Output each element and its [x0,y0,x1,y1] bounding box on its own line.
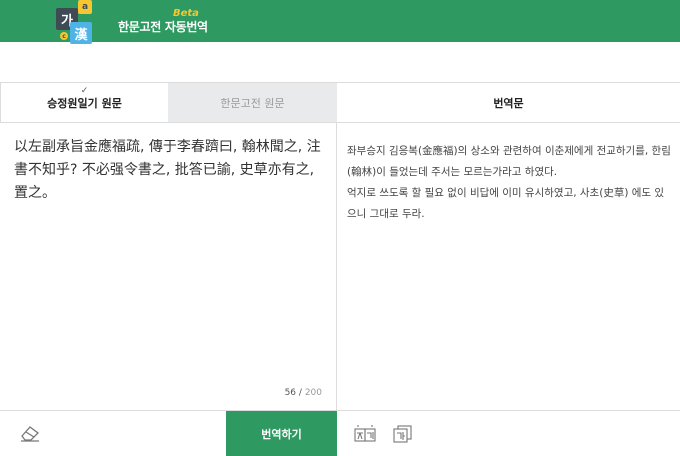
translation-title: 번역문 [337,83,680,123]
hanja-hangul-icon[interactable] [354,424,376,444]
char-counter: 56 / 200 [285,388,322,398]
char-max: 200 [304,388,322,398]
app-title: 한문고전 자동번역 [118,20,208,34]
source-tabs: ✓ 승정원일기 원문 한문고전 원문 [0,83,337,123]
app-header: 가 a 漢 c 한문고전 자동번역 Beta [0,0,680,44]
char-count: 56 [284,388,297,398]
logo-a-tile: a [78,0,92,14]
tab-seungjeongwon-original[interactable]: ✓ 승정원일기 원문 [0,83,168,123]
translation-paragraph: 억지로 쓰도록 할 필요 없이 비답에 이미 유시하였고, 사초(史草) 에도 … [347,187,665,220]
translation-paragraph: 좌부승지 김응복(金應福)의 상소와 관련하여 이춘제에게 전교하기를, 한림(… [347,145,671,178]
translation-output: 좌부승지 김응복(金應福)의 상소와 관련하여 이춘제에게 전교하기를, 한림(… [347,141,673,225]
app-logo[interactable]: 가 a 漢 c [56,0,116,48]
source-toolbar: 번역하기 [0,410,337,456]
eraser-icon[interactable] [19,424,41,442]
logo-c-tile: c [60,32,68,40]
translator-panels: ✓ 승정원일기 원문 한문고전 원문 以左副承旨金應福疏, 傳于李春躋曰, 翰林… [0,82,680,456]
logo-han-tile: 漢 [70,22,92,44]
source-text-input[interactable]: 以左副承旨金應福疏, 傳于李春躋曰, 翰林聞之, 注書不知乎? 不必强令書之, … [14,136,330,205]
tab-label: 승정원일기 원문 [47,96,122,110]
hangul-copy-icon[interactable] [392,424,414,444]
tab-classics-original[interactable]: 한문고전 원문 [168,83,337,123]
target-panel: 번역문 좌부승지 김응복(金應福)의 상소와 관련하여 이춘제에게 전교하기를,… [337,83,680,456]
target-toolbar [337,410,680,456]
source-panel: ✓ 승정원일기 원문 한문고전 원문 以左副承旨金應福疏, 傳于李春躋曰, 翰林… [0,83,337,456]
beta-badge: Beta [173,8,199,19]
char-separator: / [298,388,302,398]
translate-button[interactable]: 번역하기 [226,411,337,456]
tab-label: 한문고전 원문 [220,96,285,110]
check-icon: ✓ [80,86,89,96]
